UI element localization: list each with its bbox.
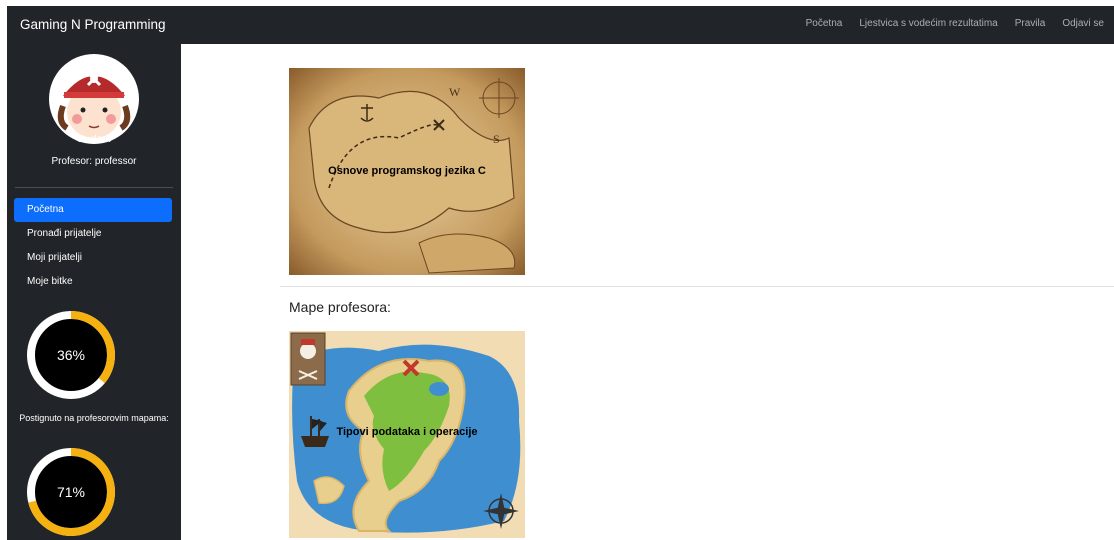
nav-link-logout[interactable]: Odjavi se [1062, 18, 1104, 29]
sidebar: student Profesor: professor Početna Pron… [7, 44, 181, 540]
progress-professor-label: 71% [57, 484, 85, 500]
nav-links: Početna Ljestvica s vodećim rezultatima … [806, 18, 1104, 29]
map2-title: Tipovi podataka i operacije [336, 426, 477, 438]
nav-link-home[interactable]: Početna [806, 18, 843, 29]
progress-own-label: 36% [57, 347, 85, 363]
progress-caption: Postignuto na profesorovim mapama: [19, 413, 169, 423]
svg-text:W: W [449, 85, 461, 99]
section-title: Mape profesora: [289, 299, 391, 315]
username: student [77, 134, 111, 145]
professor-label: Profesor: professor [51, 156, 137, 167]
sidebar-item-home[interactable]: Početna [14, 198, 172, 222]
map-card-data-types[interactable]: Tipovi podataka i operacije [289, 331, 525, 538]
brand-title[interactable]: Gaming N Programming [20, 17, 166, 32]
progress-ring-professor: 71% [27, 448, 115, 536]
map1-title: Osnove programskog jezika C [328, 165, 486, 177]
section-divider [280, 286, 1114, 287]
pirate-avatar [49, 54, 139, 144]
progress-ring-own: 36% [27, 311, 115, 399]
sidebar-menu: Početna Pronađi prijatelje Moji prijatel… [14, 198, 172, 294]
svg-text:S: S [493, 132, 500, 146]
map-card-c-basics[interactable]: W S Osnove programskog jezika C [289, 68, 525, 275]
navbar: Gaming N Programming Početna Ljestvica s… [7, 6, 1114, 44]
sidebar-item-find-friends[interactable]: Pronađi prijatelje [14, 222, 172, 246]
sidebar-divider [15, 187, 173, 188]
sidebar-item-my-battles[interactable]: Moje bitke [14, 270, 172, 294]
sidebar-item-my-friends[interactable]: Moji prijatelji [14, 246, 172, 270]
nav-link-rules[interactable]: Pravila [1015, 18, 1046, 29]
nav-link-leaderboard[interactable]: Ljestvica s vodećim rezultatima [859, 18, 997, 29]
